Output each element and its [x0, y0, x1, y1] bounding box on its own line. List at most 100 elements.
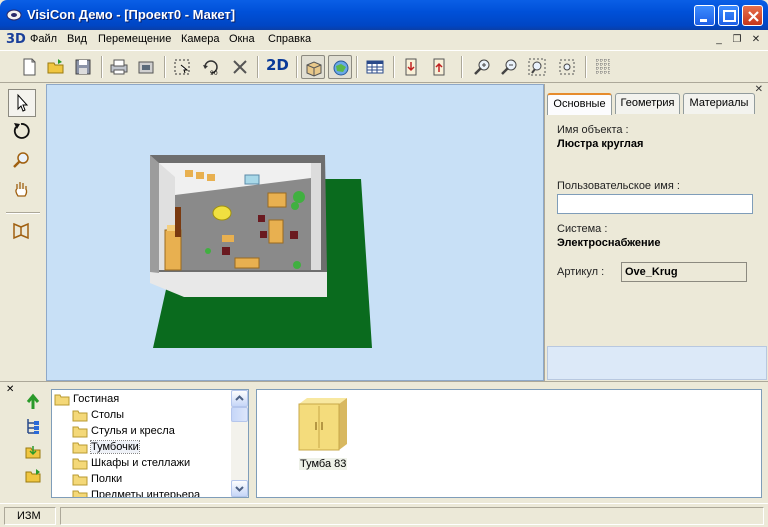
tree-item-tables[interactable]: Столы: [72, 407, 124, 423]
room-wall-right-inner: [311, 163, 321, 270]
scroll-thumb[interactable]: [231, 407, 248, 422]
catalog-item-label: Тумба 83: [299, 458, 348, 470]
object-name-value: Люстра круглая: [557, 138, 644, 150]
folder-icon: [72, 410, 88, 421]
new-button[interactable]: [17, 55, 41, 79]
book-view-tool[interactable]: [8, 218, 36, 246]
properties-footer-area: [547, 346, 767, 380]
import-catalog-icon[interactable]: [24, 443, 42, 461]
save-button[interactable]: [71, 55, 95, 79]
toolbar-separator: [296, 56, 298, 78]
low-table: [234, 257, 260, 269]
zoom-view-tool[interactable]: [8, 147, 36, 175]
export-icon: [433, 58, 445, 76]
chair-3: [290, 231, 298, 239]
import-button[interactable]: [399, 55, 423, 79]
status-bar: ИЗМ: [0, 503, 768, 527]
pointer-tool[interactable]: [8, 89, 36, 117]
table-view-icon: [366, 60, 384, 74]
mdi-close-icon[interactable]: ✕: [749, 33, 763, 46]
print-preview-button[interactable]: [134, 55, 158, 79]
left-tool-strip: [0, 84, 46, 381]
tree-scrollbar[interactable]: [231, 390, 248, 497]
zoom-selection-icon: [559, 59, 575, 75]
minimize-button[interactable]: [694, 5, 715, 26]
menu-windows[interactable]: Окна: [229, 33, 255, 45]
shelf-1: [185, 170, 193, 177]
3d-box-icon: [306, 61, 322, 77]
scroll-up-button[interactable]: [231, 390, 248, 407]
shelf-2: [196, 172, 204, 179]
3d-view-button[interactable]: [328, 55, 352, 79]
mdi-minimize-icon[interactable]: _: [712, 33, 726, 46]
print-button[interactable]: [107, 55, 131, 79]
tree-item-nightstands[interactable]: Тумбочки: [72, 439, 140, 455]
tree-item-cabinets[interactable]: Шкафы и стеллажи: [72, 455, 190, 471]
menu-bar: 3D Файл Вид Перемещение Камера Окна Спра…: [0, 30, 768, 50]
rotate-90-button[interactable]: 90: [199, 55, 223, 79]
toolbar-separator: [393, 56, 395, 78]
catalog-item-cabinet[interactable]: Тумба 83: [291, 396, 357, 472]
tab-materials[interactable]: Материалы: [683, 93, 755, 114]
3d-viewport[interactable]: [46, 84, 544, 381]
menu-camera[interactable]: Камера: [181, 33, 219, 45]
pan-hand-tool[interactable]: [8, 176, 36, 204]
scroll-down-button[interactable]: [231, 480, 248, 497]
tab-basic[interactable]: Основные: [547, 93, 612, 115]
catalog-tree[interactable]: Гостиная Столы Стулья и кресла Тумбочки …: [51, 389, 249, 498]
custom-name-field[interactable]: [557, 194, 753, 214]
plant-2: [291, 202, 299, 210]
book-view-icon: [13, 222, 29, 240]
2d-view-button[interactable]: 2D: [266, 56, 289, 74]
tree-item-chairs[interactable]: Стулья и кресла: [72, 423, 175, 439]
zoom-selection-button[interactable]: [555, 55, 579, 79]
export-catalog-icon[interactable]: [24, 467, 42, 485]
menu-logo[interactable]: 3D: [6, 32, 26, 47]
folder-open-icon: [72, 442, 88, 453]
visicon-logo-icon[interactable]: [6, 7, 22, 23]
close-icon: [748, 11, 759, 22]
open-button[interactable]: [44, 55, 68, 79]
rotate-90-icon: 90: [203, 60, 218, 77]
menu-view[interactable]: Вид: [67, 33, 87, 45]
rotate-view-icon: [13, 123, 30, 139]
new-document-icon: [23, 58, 36, 76]
menu-move[interactable]: Перемещение: [98, 33, 171, 45]
mdi-restore-icon[interactable]: ❐: [730, 33, 744, 46]
custom-name-label: Пользовательское имя :: [557, 180, 680, 192]
menu-file[interactable]: Файл: [30, 33, 57, 45]
panel-close-icon[interactable]: ✕: [755, 84, 763, 95]
grid-icon: [596, 59, 610, 75]
open-folder-icon: [47, 59, 64, 74]
plant-1: [293, 191, 305, 203]
zoom-in-button[interactable]: [470, 55, 494, 79]
tree-item-shelves[interactable]: Полки: [72, 471, 122, 487]
tree-item-interior[interactable]: Предметы интерьера: [72, 487, 200, 497]
grid-button[interactable]: [591, 55, 615, 79]
door-frame: [175, 207, 181, 237]
shelf-3: [207, 174, 215, 181]
3d-box-button[interactable]: [301, 55, 325, 79]
delete-button[interactable]: [228, 55, 252, 79]
toolbar-separator: [356, 56, 358, 78]
left-strip-divider: [6, 212, 40, 214]
menu-help[interactable]: Справка: [268, 33, 311, 45]
save-icon: [75, 59, 91, 75]
zoom-out-button[interactable]: [497, 55, 521, 79]
close-button[interactable]: [742, 5, 763, 26]
toolbar: 90 2D: [0, 50, 768, 83]
table-view-button[interactable]: [363, 55, 387, 79]
tree-view-icon[interactable]: [24, 417, 42, 435]
rotate-view-tool[interactable]: [8, 118, 36, 146]
folder-icon: [72, 426, 88, 437]
zoom-fit-icon: [528, 58, 546, 76]
export-button[interactable]: [427, 55, 451, 79]
level-up-icon[interactable]: [24, 393, 42, 411]
folder-icon: [72, 490, 88, 497]
tree-item-living-room[interactable]: Гостиная: [54, 391, 119, 407]
mirror: [244, 174, 260, 185]
select-rect-button[interactable]: [170, 55, 194, 79]
maximize-button[interactable]: [718, 5, 739, 26]
tab-geometry[interactable]: Геометрия: [615, 93, 680, 114]
zoom-fit-button[interactable]: [525, 55, 549, 79]
